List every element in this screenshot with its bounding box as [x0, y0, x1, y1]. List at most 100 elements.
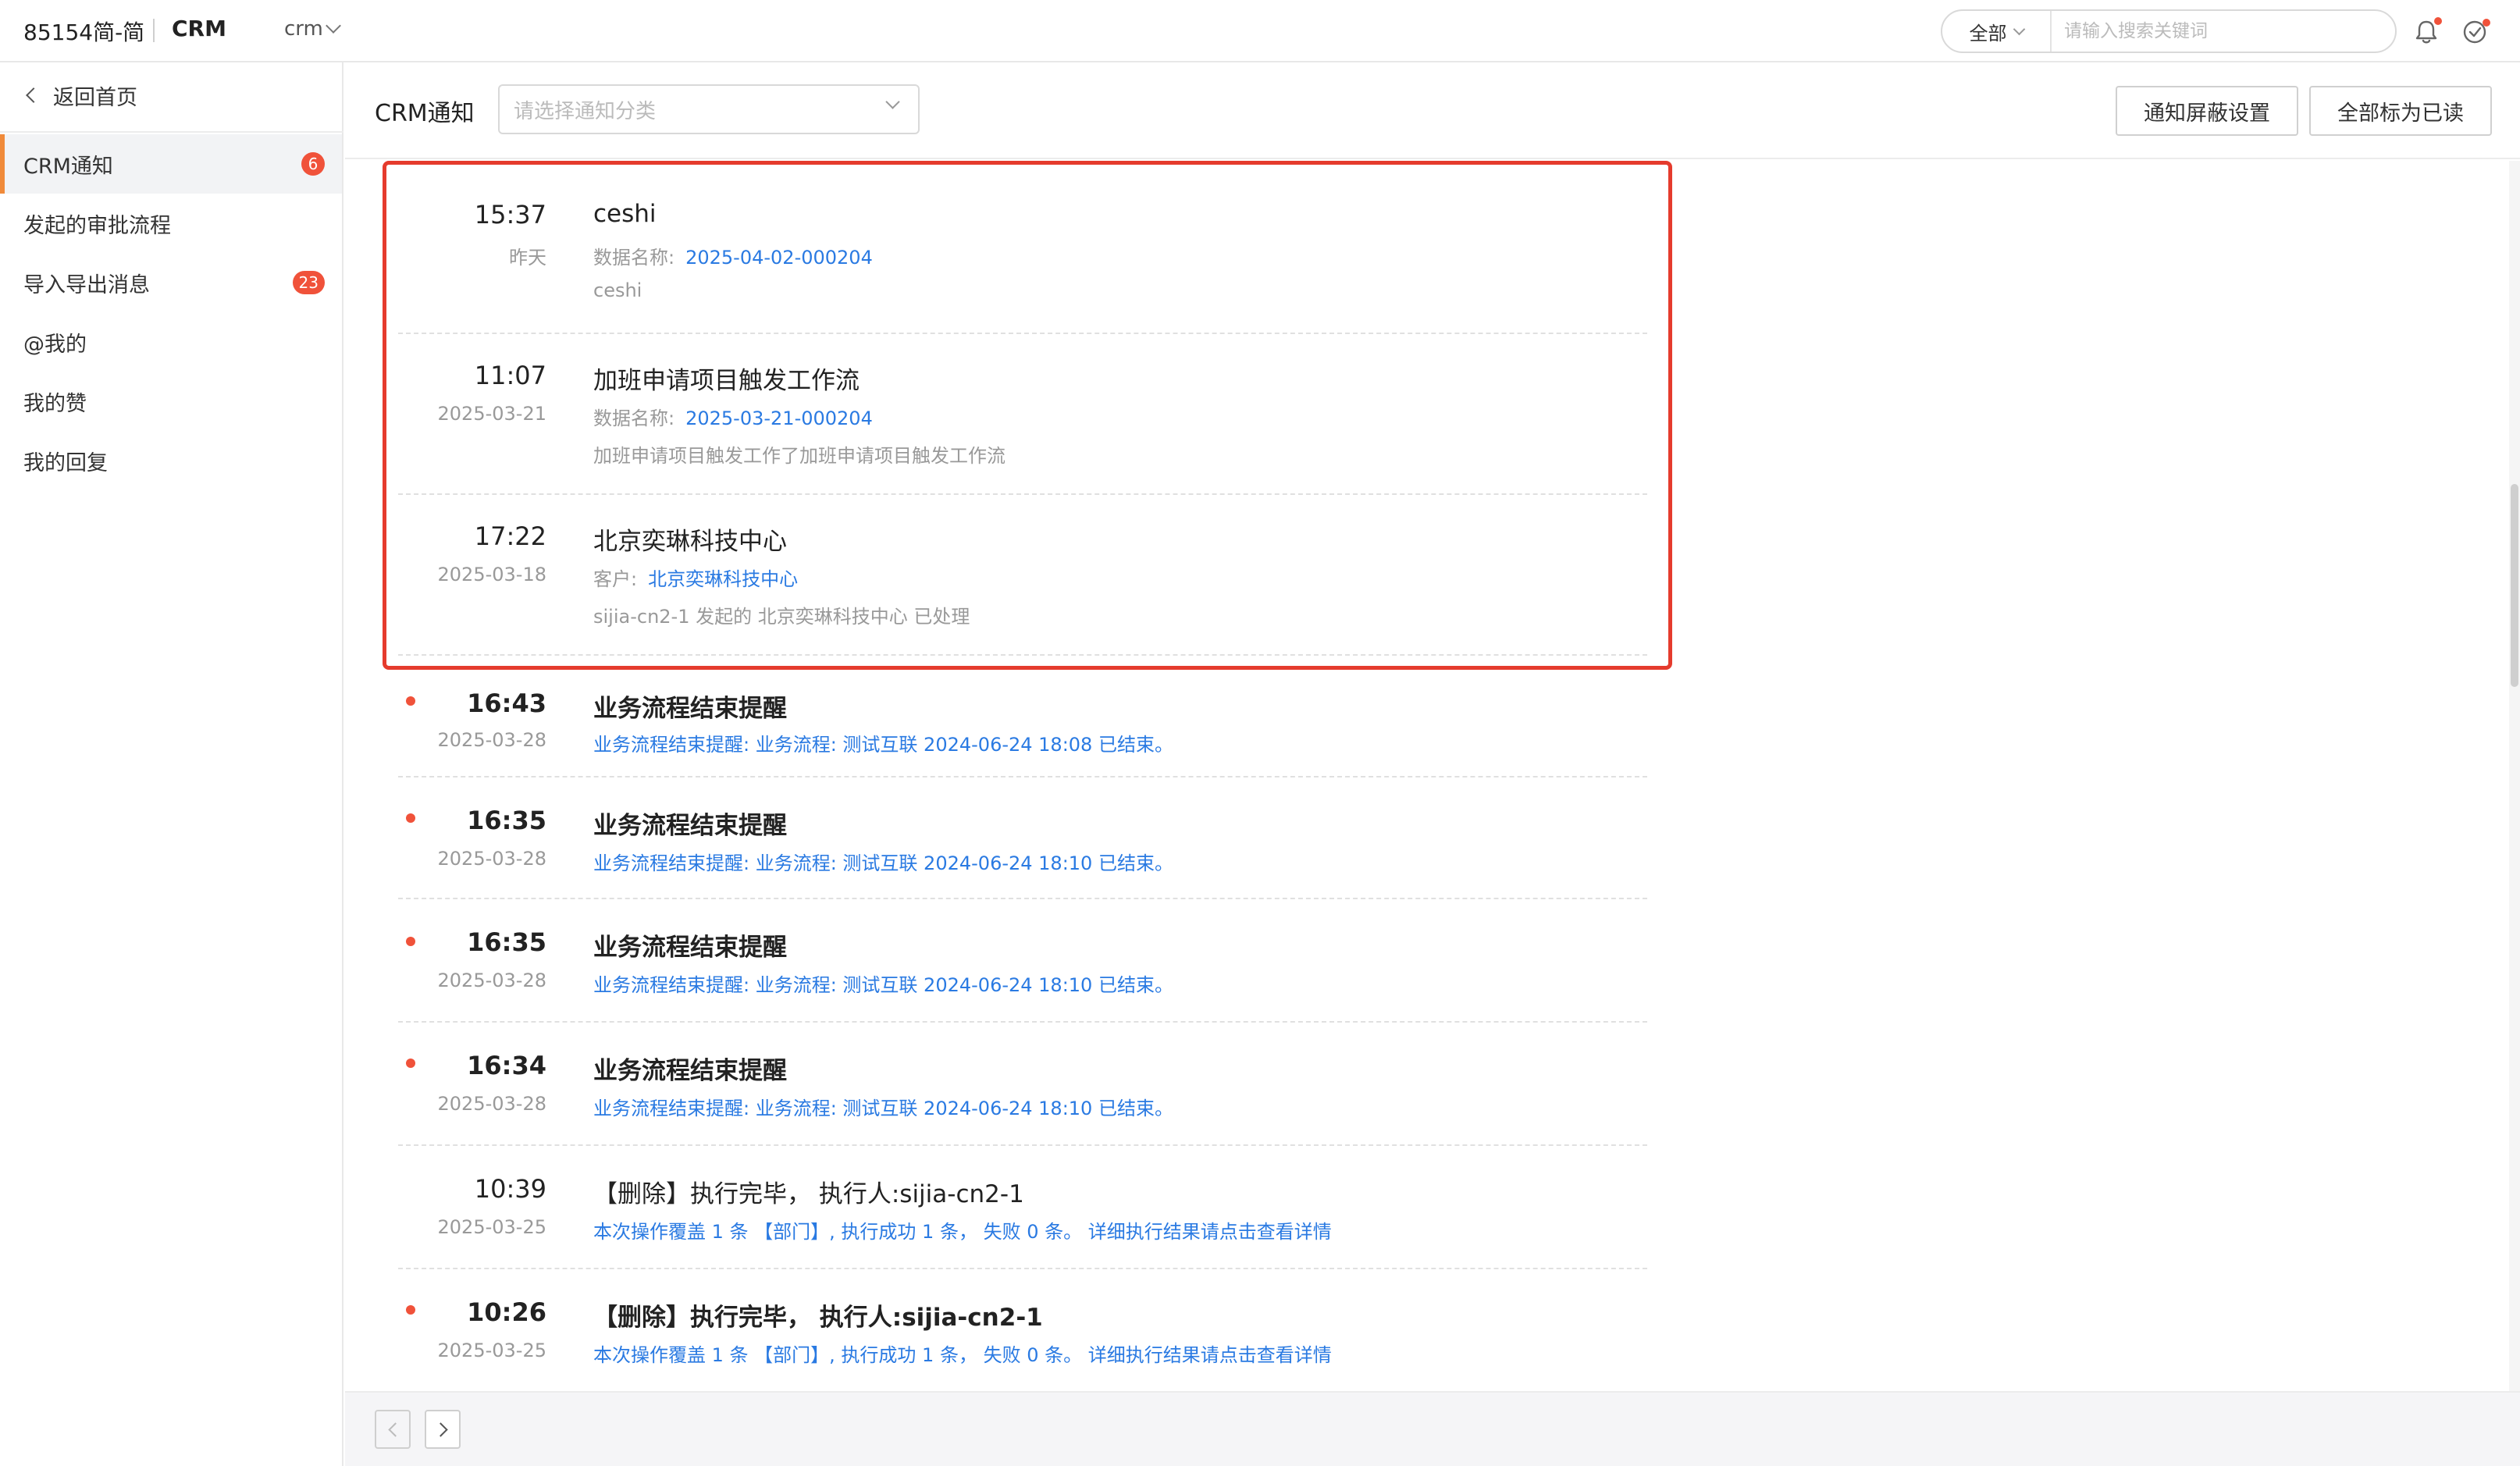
- notification-item[interactable]: 16:43 2025-03-28 业务流程结束提醒 业务流程结束提醒: 业务流程…: [398, 657, 1647, 781]
- notification-item[interactable]: 10:39 2025-03-25 【删除】执行完毕， 执行人:sijia-cn2…: [398, 1146, 1647, 1269]
- notification-detail-link[interactable]: 本次操作覆盖 1 条 【部门】, 执行成功 1 条， 失败 0 条。 详细执行结…: [593, 1216, 1332, 1244]
- app-switcher-label: crm: [284, 17, 323, 41]
- scrollbar-thumb[interactable]: [2511, 484, 2518, 687]
- notification-time: 16:35: [467, 806, 546, 835]
- mark-all-read-button[interactable]: 全部标为已读: [2309, 86, 2492, 136]
- notification-time: 17:22: [474, 521, 546, 551]
- prev-page-button[interactable]: [375, 1410, 411, 1449]
- unread-count-badge: 6: [301, 152, 325, 176]
- task-check-icon[interactable]: [2459, 16, 2490, 47]
- notification-detail-link[interactable]: 业务流程结束提醒: 业务流程: 测试互联 2024-06-24 18:10 已结…: [593, 848, 1173, 875]
- sidebar: 返回首页 CRM通知 6 发起的审批流程 导入导出消息 23 @我的 我的赞 我…: [0, 62, 343, 1466]
- notification-date: 2025-03-25: [437, 1340, 546, 1361]
- notification-item[interactable]: 15:37 昨天 ceshi 数据名称: 2025-04-02-000204 ce…: [398, 161, 1647, 322]
- field-label: 客户:: [593, 568, 638, 590]
- next-page-button[interactable]: [425, 1410, 461, 1449]
- notification-detail-link[interactable]: 业务流程结束提醒: 业务流程: 测试互联 2024-06-24 18:10 已结…: [593, 970, 1173, 997]
- sidebar-item-label: 我的赞: [23, 391, 87, 416]
- notification-field: 客户: 北京奕琳科技中心: [593, 564, 798, 591]
- unread-indicator: [2434, 17, 2442, 25]
- notification-item[interactable]: 16:34 2025-03-28 业务流程结束提醒 业务流程结束提醒: 业务流程…: [398, 1023, 1647, 1146]
- sidebar-item-likes[interactable]: 我的赞: [0, 372, 342, 431]
- app-switcher[interactable]: crm: [284, 17, 341, 41]
- sidebar-menu: CRM通知 6 发起的审批流程 导入导出消息 23 @我的 我的赞 我的回复: [0, 134, 342, 490]
- global-search: 全部: [1941, 9, 2397, 53]
- notification-time: 16:35: [467, 927, 546, 957]
- sidebar-divider: [0, 131, 343, 133]
- scrollbar-track[interactable]: [2509, 161, 2520, 1391]
- chevron-down-icon: [325, 18, 341, 34]
- back-home-link[interactable]: 返回首页: [23, 80, 137, 111]
- sidebar-item-label: 发起的审批流程: [23, 213, 171, 238]
- notification-date: 昨天: [509, 247, 546, 269]
- notification-time: 15:37: [474, 200, 546, 230]
- notification-title: 【删除】执行完毕， 执行人:sijia-cn2-1: [593, 1180, 1024, 1208]
- notification-item[interactable]: 11:07 2025-03-21 加班申请项目触发工作流 数据名称: 2025-0…: [398, 322, 1647, 482]
- notification-time: 16:43: [467, 689, 546, 718]
- notification-bell-icon[interactable]: [2411, 16, 2442, 47]
- field-value-link[interactable]: 北京奕琳科技中心: [648, 568, 798, 590]
- notification-time: 11:07: [474, 361, 546, 390]
- top-bar: 85154简-简 CRM crm 全部: [0, 0, 2520, 62]
- notification-field: 数据名称: 2025-04-02-000204: [593, 242, 873, 269]
- field-label: 数据名称:: [593, 247, 675, 269]
- notification-date: 2025-03-18: [437, 564, 546, 585]
- chevron-left-icon: [26, 87, 41, 103]
- notification-description: ceshi: [593, 279, 642, 301]
- pagination-bar: [345, 1391, 2520, 1466]
- notification-date: 2025-03-28: [437, 729, 546, 751]
- notification-date: 2025-03-28: [437, 970, 546, 991]
- notification-title: 业务流程结束提醒: [593, 1057, 787, 1085]
- notification-title: 业务流程结束提醒: [593, 812, 787, 840]
- unread-indicator: [2483, 19, 2490, 27]
- notification-detail-link[interactable]: 业务流程结束提醒: 业务流程: 测试互联 2024-06-24 18:08 已结…: [593, 729, 1173, 756]
- sidebar-item-crm-notice[interactable]: CRM通知 6: [0, 134, 342, 194]
- notification-date: 2025-03-25: [437, 1216, 546, 1238]
- notification-date: 2025-03-28: [437, 848, 546, 870]
- notification-title: ceshi: [593, 200, 657, 228]
- sidebar-item-replies[interactable]: 我的回复: [0, 431, 342, 490]
- item-divider: [398, 654, 1647, 656]
- chevron-down-icon: [885, 94, 900, 109]
- notification-time: 10:39: [474, 1174, 546, 1204]
- sidebar-item-import-export[interactable]: 导入导出消息 23: [0, 253, 342, 312]
- notification-item[interactable]: 16:35 2025-03-28 业务流程结束提醒 业务流程结束提醒: 业务流程…: [398, 899, 1647, 1023]
- notification-detail-link[interactable]: 本次操作覆盖 1 条 【部门】, 执行成功 1 条， 失败 0 条。 详细执行结…: [593, 1340, 1332, 1367]
- notification-description: 加班申请项目触发工作了加班申请项目触发工作流: [593, 445, 1006, 467]
- notification-time: 16:34: [467, 1051, 546, 1080]
- category-placeholder: 请选择通知分类: [514, 99, 657, 123]
- search-input[interactable]: [2052, 11, 2395, 52]
- notification-title: 加班申请项目触发工作流: [593, 367, 860, 395]
- chevron-down-icon: [2013, 23, 2025, 35]
- content-header: CRM通知 请选择通知分类 通知屏蔽设置 全部标为已读: [345, 62, 2520, 159]
- sidebar-item-label: 我的回复: [23, 450, 108, 475]
- notification-field: 数据名称: 2025-03-21-000204: [593, 403, 873, 430]
- notification-detail-link[interactable]: 业务流程结束提醒: 业务流程: 测试互联 2024-06-24 18:10 已结…: [593, 1093, 1173, 1120]
- field-value-link[interactable]: 2025-04-02-000204: [685, 247, 873, 269]
- notification-item[interactable]: 17:22 2025-03-18 北京奕琳科技中心 客户: 北京奕琳科技中心 si…: [398, 482, 1647, 643]
- sidebar-item-label: CRM通知: [23, 154, 113, 179]
- notification-title: 业务流程结束提醒: [593, 934, 787, 962]
- sidebar-item-mentions[interactable]: @我的: [0, 312, 342, 372]
- field-label: 数据名称:: [593, 407, 675, 429]
- app-name: CRM: [172, 16, 226, 41]
- field-value-link[interactable]: 2025-03-21-000204: [685, 407, 873, 429]
- search-scope-label: 全部: [1969, 22, 2007, 44]
- search-scope-dropdown[interactable]: 全部: [1942, 11, 2052, 52]
- notification-item[interactable]: 16:35 2025-03-28 业务流程结束提醒 业务流程结束提醒: 业务流程…: [398, 777, 1647, 901]
- notification-list: 15:37 昨天 ceshi 数据名称: 2025-04-02-000204 ce…: [345, 161, 2500, 1391]
- unread-count-badge: 23: [292, 271, 325, 294]
- notification-time: 10:26: [467, 1297, 546, 1327]
- chevron-left-icon: [387, 1422, 403, 1437]
- notification-description: sijia-cn2-1 发起的 北京奕琳科技中心 已处理: [593, 606, 970, 628]
- sidebar-item-approval-flows[interactable]: 发起的审批流程: [0, 194, 342, 253]
- back-home-label: 返回首页: [53, 85, 137, 110]
- chevron-right-icon: [432, 1422, 448, 1437]
- category-select[interactable]: 请选择通知分类: [498, 84, 920, 134]
- notification-title: 业务流程结束提醒: [593, 695, 787, 723]
- page-title: CRM通知: [375, 100, 475, 127]
- sidebar-item-label: 导入导出消息: [23, 272, 150, 297]
- mute-settings-button[interactable]: 通知屏蔽设置: [2116, 86, 2298, 136]
- notification-item[interactable]: 10:26 2025-03-25 【删除】执行完毕， 执行人:sijia-cn2…: [398, 1269, 1647, 1391]
- notification-title: 北京奕琳科技中心: [593, 528, 787, 556]
